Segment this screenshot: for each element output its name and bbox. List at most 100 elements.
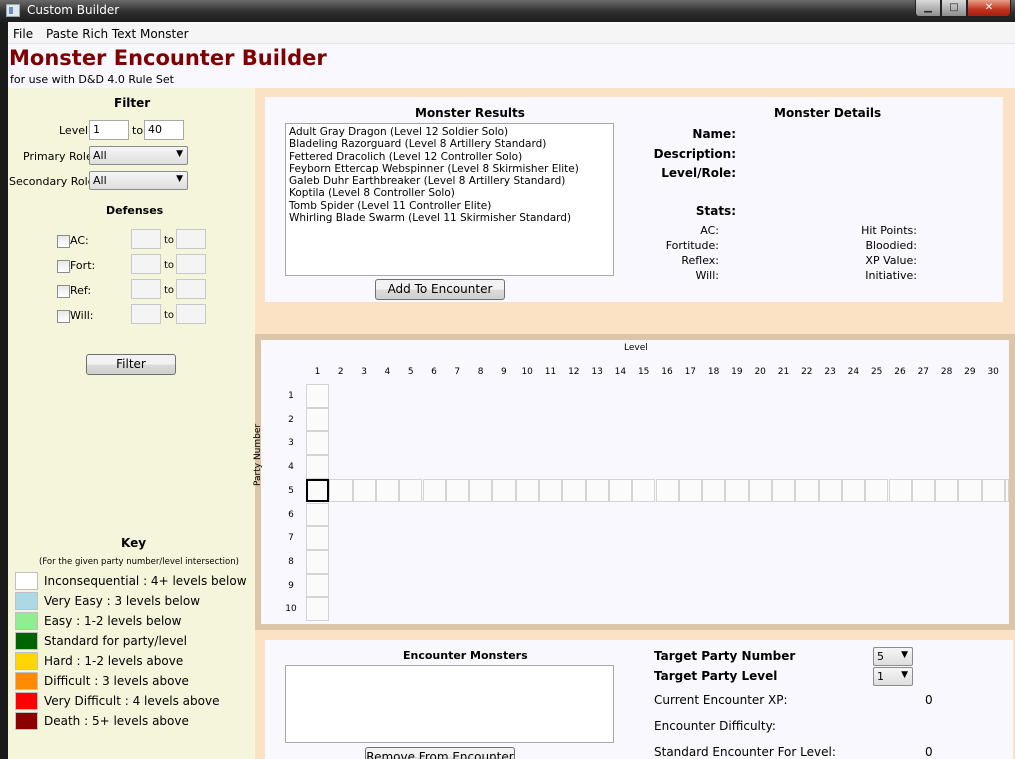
grid-cell[interactable] bbox=[375, 478, 400, 503]
fort-checkbox[interactable] bbox=[57, 260, 70, 273]
grid-cell[interactable] bbox=[981, 478, 1005, 503]
will-checkbox[interactable] bbox=[57, 310, 70, 323]
grid-cell[interactable] bbox=[306, 573, 330, 598]
ac-checkbox[interactable] bbox=[57, 235, 70, 248]
grid-cell[interactable] bbox=[399, 478, 423, 503]
add-to-encounter-button[interactable]: Add To Encounter bbox=[375, 279, 505, 300]
grid-cell[interactable] bbox=[306, 407, 330, 432]
encounter-monsters-list[interactable] bbox=[285, 665, 614, 743]
monster-results-list[interactable]: Adult Gray Dragon (Level 12 Soldier Solo… bbox=[285, 123, 614, 276]
chevron-down-icon: ▼ bbox=[176, 149, 183, 159]
grid-cell[interactable] bbox=[329, 478, 353, 503]
grid-cell[interactable] bbox=[306, 526, 330, 550]
secondary-role-label: Secondary Role: bbox=[9, 175, 99, 188]
app-window: File Paste Rich Text Monster Monster Enc… bbox=[8, 22, 1015, 759]
list-item[interactable]: Bladeling Razorguard (Level 8 Artillery … bbox=[286, 138, 613, 150]
target-party-level-select[interactable]: 1 ▼ bbox=[873, 667, 913, 686]
ref-to-input[interactable] bbox=[176, 279, 206, 299]
grid-cell[interactable] bbox=[306, 431, 330, 456]
grid-cell[interactable] bbox=[911, 478, 936, 503]
grid-cell[interactable] bbox=[306, 455, 330, 479]
key-swatch bbox=[15, 672, 38, 690]
grid-cell[interactable] bbox=[608, 478, 633, 503]
grid-cell[interactable] bbox=[445, 478, 470, 503]
level-from-input[interactable]: 1 bbox=[89, 120, 129, 140]
grid-cell[interactable] bbox=[306, 384, 330, 408]
ac-from-input[interactable] bbox=[131, 229, 161, 249]
grid-cell[interactable] bbox=[306, 478, 330, 503]
filter-button[interactable]: Filter bbox=[86, 354, 176, 375]
grid-cell[interactable] bbox=[1005, 478, 1009, 503]
menu-file[interactable]: File bbox=[13, 27, 33, 41]
grid-cell[interactable] bbox=[352, 478, 376, 503]
party-row-header: 6 bbox=[288, 509, 294, 520]
grid-cell[interactable] bbox=[306, 597, 330, 621]
grid-cell[interactable] bbox=[935, 478, 959, 503]
grid-cell[interactable] bbox=[469, 478, 493, 503]
list-item[interactable]: Fettered Dracolich (Level 12 Controller … bbox=[286, 151, 613, 163]
key-label: Very Difficult : 4 levels above bbox=[44, 694, 220, 708]
list-item[interactable]: Adult Gray Dragon (Level 12 Soldier Solo… bbox=[286, 126, 613, 138]
grid-cell[interactable] bbox=[725, 478, 749, 503]
page-title: Monster Encounter Builder bbox=[9, 46, 327, 70]
grid-cell[interactable] bbox=[492, 478, 516, 503]
fort-to-input[interactable] bbox=[176, 254, 206, 274]
remove-from-encounter-button[interactable]: Remove From Encounter bbox=[365, 747, 515, 759]
grid-cell[interactable] bbox=[655, 478, 679, 503]
grid-cell[interactable] bbox=[539, 478, 563, 503]
grid-cell[interactable] bbox=[841, 478, 866, 503]
ref-checkbox[interactable] bbox=[57, 285, 70, 298]
list-item[interactable]: Tomb Spider (Level 11 Controller Elite) bbox=[286, 200, 613, 212]
minimize-button[interactable]: ▁ bbox=[915, 0, 941, 17]
grid-cell[interactable] bbox=[772, 478, 796, 503]
primary-role-select[interactable]: All ▼ bbox=[89, 146, 188, 165]
will-to-label: to bbox=[164, 310, 175, 321]
key-swatch bbox=[15, 592, 38, 610]
will-from-input[interactable] bbox=[131, 304, 161, 324]
grid-cell[interactable] bbox=[818, 478, 842, 503]
close-button[interactable]: ✕ bbox=[967, 0, 1011, 17]
fort-from-input[interactable] bbox=[131, 254, 161, 274]
level-to-input[interactable]: 40 bbox=[144, 120, 184, 140]
list-item[interactable]: Whirling Blade Swarm (Level 11 Skirmishe… bbox=[286, 212, 613, 224]
grid-cell[interactable] bbox=[748, 478, 772, 503]
grid-cell[interactable] bbox=[795, 478, 819, 503]
secondary-role-select[interactable]: All ▼ bbox=[89, 171, 188, 190]
grid-cell[interactable] bbox=[678, 478, 703, 503]
ref-from-input[interactable] bbox=[131, 279, 161, 299]
level-column-header: 22 bbox=[801, 367, 813, 377]
target-party-number-select[interactable]: 5 ▼ bbox=[873, 647, 913, 666]
xp-value-stat-label: XP Value: bbox=[865, 254, 917, 267]
list-item[interactable]: Feyborn Ettercap Webspinner (Level 8 Ski… bbox=[286, 163, 613, 175]
encounter-monsters-heading: Encounter Monsters bbox=[403, 649, 528, 662]
menu-paste-rich-text-monster[interactable]: Paste Rich Text Monster bbox=[46, 27, 189, 41]
level-column-header: 21 bbox=[777, 367, 790, 377]
grid-cell[interactable] bbox=[865, 478, 889, 503]
monster-details-heading: Monster Details bbox=[774, 106, 882, 120]
grid-cell[interactable] bbox=[702, 478, 726, 503]
fort-label: Fort: bbox=[70, 259, 96, 272]
list-item[interactable]: Koptila (Level 8 Controller Solo) bbox=[286, 187, 613, 199]
level-column-header: 25 bbox=[870, 367, 883, 377]
level-column-header: 6 bbox=[431, 367, 437, 377]
grid-cell[interactable] bbox=[888, 478, 912, 503]
maximize-button[interactable]: □ bbox=[941, 0, 967, 17]
hit-points-stat-label: Hit Points: bbox=[861, 224, 917, 237]
grid-cell[interactable] bbox=[515, 478, 539, 503]
grid-cell[interactable] bbox=[422, 478, 446, 503]
ac-to-input[interactable] bbox=[176, 229, 206, 249]
grid-cell[interactable] bbox=[306, 502, 330, 527]
level-column-header: 11 bbox=[544, 367, 557, 377]
grid-cell[interactable] bbox=[306, 549, 330, 574]
party-row-header: 4 bbox=[288, 462, 294, 473]
grid-cell[interactable] bbox=[632, 478, 656, 503]
grid-cell[interactable] bbox=[585, 478, 609, 503]
ref-label: Ref: bbox=[70, 284, 92, 297]
encounter-difficulty-label: Encounter Difficulty: bbox=[654, 719, 776, 733]
list-item[interactable]: Galeb Duhr Earthbreaker (Level 8 Artille… bbox=[286, 175, 613, 187]
level-column-header: 19 bbox=[731, 367, 743, 377]
grid-cell[interactable] bbox=[562, 478, 586, 503]
grid-cell[interactable] bbox=[958, 478, 982, 503]
will-to-input[interactable] bbox=[176, 304, 206, 324]
level-column-header: 24 bbox=[847, 367, 860, 377]
